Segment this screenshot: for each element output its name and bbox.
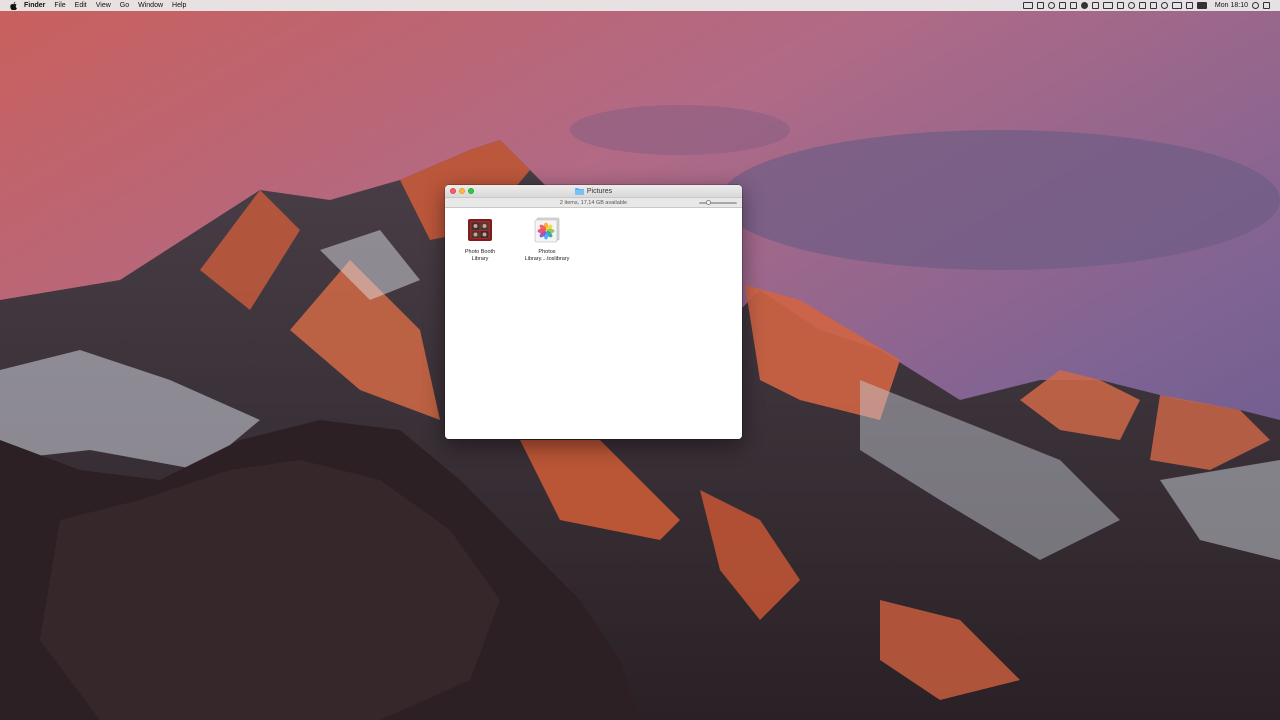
window-title: Pictures (586, 187, 613, 195)
menu-window[interactable]: Window (138, 0, 163, 11)
battery-icon[interactable] (1196, 2, 1207, 9)
music-note-icon[interactable] (1138, 2, 1146, 9)
dropbox-icon[interactable] (1058, 2, 1066, 9)
window-controls (450, 188, 474, 194)
close-button[interactable] (450, 188, 456, 194)
menu-app-finder[interactable]: Finder (24, 0, 45, 11)
mail-icon[interactable] (1069, 2, 1077, 9)
window-titlebar[interactable]: Pictures (445, 185, 742, 197)
notification-center-icon[interactable] (1263, 2, 1270, 9)
airplay-icon[interactable] (1171, 2, 1182, 9)
app-icon[interactable] (1091, 2, 1099, 9)
photo-booth-library-icon[interactable] (466, 216, 494, 244)
record-icon[interactable] (1080, 2, 1088, 9)
volume-icon[interactable] (1185, 2, 1193, 9)
icon-size-slider[interactable] (699, 200, 737, 205)
finder-window: Pictures 2 items, 17,14 GB available Pho… (445, 185, 742, 439)
file-item-photo-booth-library[interactable]: Photo Booth Library (452, 216, 508, 263)
zoom-button[interactable] (468, 188, 474, 194)
bluetooth-icon[interactable] (1149, 2, 1157, 9)
window-icon[interactable] (1116, 2, 1124, 9)
photos-library-icon[interactable] (533, 216, 561, 244)
window-status-bar: 2 items, 17,14 GB available (445, 197, 742, 208)
menu-edit[interactable]: Edit (75, 0, 87, 11)
spotlight-search-icon[interactable] (1252, 2, 1259, 9)
minimize-button[interactable] (459, 188, 465, 194)
apple-menu-icon[interactable] (10, 1, 18, 10)
screen-recording-icon[interactable] (1022, 2, 1033, 9)
display-icon[interactable] (1036, 2, 1044, 9)
menu-help[interactable]: Help (172, 0, 186, 11)
file-area[interactable]: Photo Booth Library Photos Library....to… (445, 208, 742, 439)
status-menus: Mon 18:10 (1022, 0, 1270, 11)
window-title-group: Pictures (574, 187, 613, 195)
folder-icon (574, 187, 584, 195)
menu-view[interactable]: View (96, 0, 111, 11)
file-item-photos-library[interactable]: Photos Library....toslibrary (519, 216, 575, 263)
sync-icon[interactable] (1047, 2, 1055, 9)
wifi-icon[interactable] (1160, 2, 1168, 9)
clock[interactable]: Mon 18:10 (1215, 2, 1248, 9)
file-name: Photo Booth Library (464, 249, 496, 262)
icon-size-slider-knob[interactable] (705, 200, 711, 205)
cloud-icon[interactable] (1127, 2, 1135, 9)
menu-bar: Finder File Edit View Go Window Help Mon… (0, 0, 1280, 11)
menu-file[interactable]: File (54, 0, 65, 11)
status-text: 2 items, 17,14 GB available (559, 199, 628, 206)
file-name: Photos Library....toslibrary (524, 249, 570, 262)
menu-go[interactable]: Go (120, 0, 129, 11)
keyboard-icon[interactable] (1102, 2, 1113, 9)
